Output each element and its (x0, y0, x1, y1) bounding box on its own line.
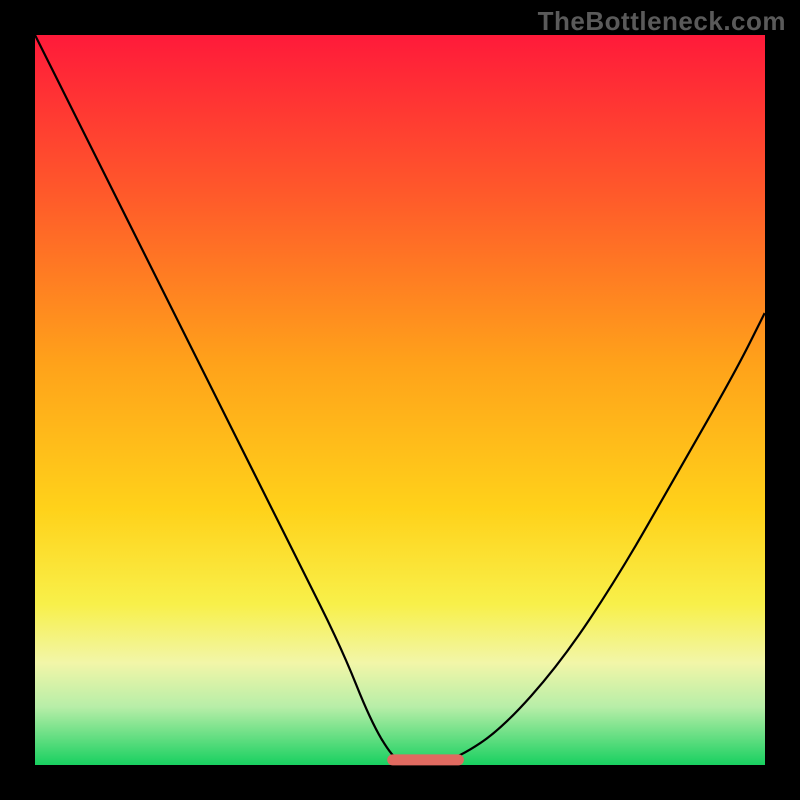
bottleneck-chart (0, 0, 800, 800)
plot-gradient-area (35, 35, 765, 765)
